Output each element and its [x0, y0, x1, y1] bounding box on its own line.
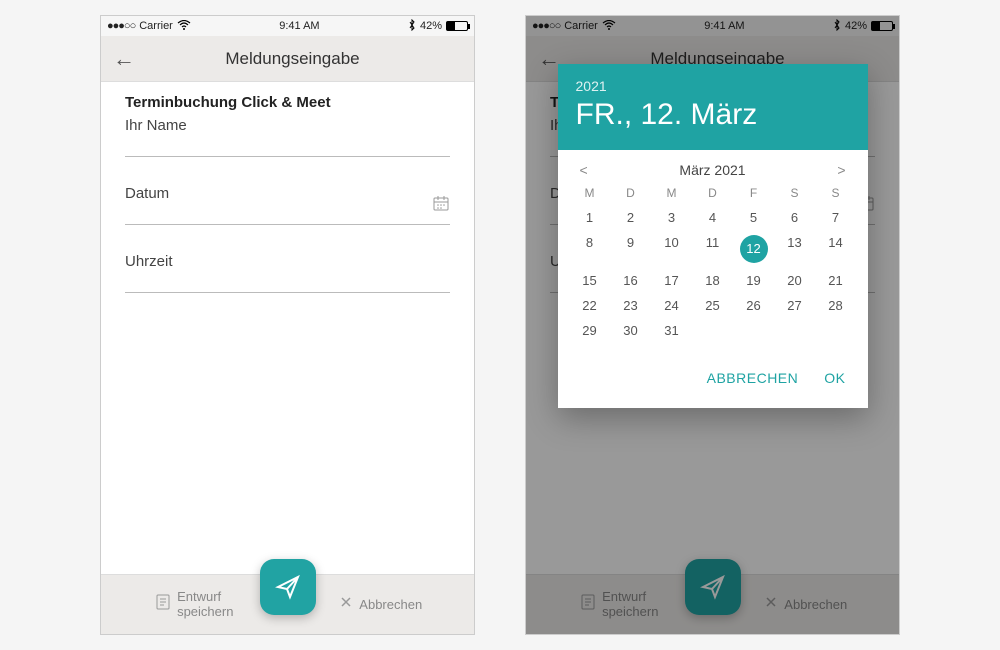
calendar-day-12[interactable]: 12: [740, 235, 768, 263]
calendar-day-24[interactable]: 24: [658, 298, 686, 313]
battery-level: [447, 22, 455, 30]
calendar-body: < März 2021 > MDMDFSS 123456789101112131…: [558, 150, 868, 352]
calendar-day-30[interactable]: 30: [617, 323, 645, 338]
day-of-week-row: MDMDFSS: [576, 186, 850, 200]
calendar-day-13[interactable]: 13: [781, 235, 809, 263]
calendar-day-28[interactable]: 28: [822, 298, 850, 313]
calendar-day-11[interactable]: 11: [699, 235, 727, 263]
bluetooth-icon: [408, 19, 416, 34]
calendar-icon[interactable]: [432, 194, 450, 217]
prev-month-button[interactable]: <: [576, 162, 592, 178]
nav-header: ← Meldungseingabe: [101, 36, 474, 82]
name-label: Ihr Name: [125, 117, 450, 134]
cancel-label: Abbrechen: [359, 597, 422, 612]
dialog-actions: ABBRECHEN OK: [558, 352, 868, 408]
calendar-day-25[interactable]: 25: [699, 298, 727, 313]
bottom-bar: Entwurf speichern Abbrechen: [101, 574, 474, 634]
calendar-day-18[interactable]: 18: [699, 273, 727, 288]
time-input-line: [125, 292, 450, 293]
dialog-cancel-button[interactable]: ABBRECHEN: [707, 370, 799, 386]
calendar-day-17[interactable]: 17: [658, 273, 686, 288]
calendar-day-21[interactable]: 21: [822, 273, 850, 288]
calendar-day-23[interactable]: 23: [617, 298, 645, 313]
page-title: Meldungseingabe: [123, 49, 462, 69]
battery-percent: 42%: [420, 20, 442, 32]
calendar-day-9[interactable]: 9: [617, 235, 645, 263]
calendar-day-7[interactable]: 7: [822, 210, 850, 225]
date-field[interactable]: Datum: [125, 185, 450, 225]
calendar-day-27[interactable]: 27: [781, 298, 809, 313]
date-input-line: [125, 224, 450, 225]
calendar-day-4[interactable]: 4: [699, 210, 727, 225]
calendar-day-1[interactable]: 1: [576, 210, 604, 225]
calendar-week-row: 22 23 24 25 26 27 28: [576, 298, 850, 313]
month-nav: < März 2021 >: [576, 162, 850, 178]
time-label: Uhrzeit: [125, 253, 450, 270]
date-picker-dialog: 2021 FR., 12. März < März 2021 > MDMDFSS…: [558, 64, 868, 408]
calendar-day-3[interactable]: 3: [658, 210, 686, 225]
calendar-day-19[interactable]: 19: [740, 273, 768, 288]
calendar-day-22[interactable]: 22: [576, 298, 604, 313]
picker-long-date[interactable]: FR., 12. März: [576, 98, 850, 132]
calendar-day-empty: [822, 323, 850, 338]
paper-plane-icon: [274, 573, 302, 601]
calendar-week-row: 29 30 31: [576, 323, 850, 338]
name-field[interactable]: Ihr Name: [125, 117, 450, 157]
calendar-day-empty: [740, 323, 768, 338]
name-input-line: [125, 156, 450, 157]
dow-cell: S: [822, 186, 850, 200]
next-month-button[interactable]: >: [833, 162, 849, 178]
modal-overlay[interactable]: 2021 FR., 12. März < März 2021 > MDMDFSS…: [526, 16, 899, 634]
dow-cell: M: [658, 186, 686, 200]
month-label: März 2021: [679, 162, 745, 178]
dow-cell: S: [781, 186, 809, 200]
calendar-day-15[interactable]: 15: [576, 273, 604, 288]
form-content: Terminbuchung Click & Meet Ihr Name Datu…: [101, 82, 474, 574]
calendar-week-row: 15 16 17 18 19 20 21: [576, 273, 850, 288]
calendar-week-row: 1234567: [576, 210, 850, 225]
close-icon: [339, 595, 353, 614]
calendar-day-16[interactable]: 16: [617, 273, 645, 288]
document-icon: [155, 593, 171, 616]
calendar-day-29[interactable]: 29: [576, 323, 604, 338]
calendar-day-2[interactable]: 2: [617, 210, 645, 225]
save-draft-label: Entwurf speichern: [177, 590, 233, 619]
date-label: Datum: [125, 185, 450, 202]
dow-cell: D: [617, 186, 645, 200]
dow-cell: M: [576, 186, 604, 200]
send-button[interactable]: [260, 559, 316, 615]
date-picker-header: 2021 FR., 12. März: [558, 64, 868, 150]
carrier-label: Carrier: [139, 20, 173, 32]
calendar-day-empty: [781, 323, 809, 338]
clock: 9:41 AM: [279, 20, 319, 32]
phone-form-screen: ●●●○○ Carrier 9:41 AM 42% ← Meldungseing…: [100, 15, 475, 635]
dow-cell: D: [699, 186, 727, 200]
phone-datepicker-screen: ●●●○○ Carrier 9:41 AM 42% ← Meldungseing…: [525, 15, 900, 635]
calendar-day-14[interactable]: 14: [822, 235, 850, 263]
battery-icon: [446, 21, 468, 31]
signal-dots-icon: ●●●○○: [107, 20, 135, 32]
calendar-week-row: 89 10 11 12 13 14: [576, 235, 850, 263]
picker-year[interactable]: 2021: [576, 78, 850, 94]
status-bar: ●●●○○ Carrier 9:41 AM 42%: [101, 16, 474, 36]
calendar-day-5[interactable]: 5: [740, 210, 768, 225]
calendar-day-20[interactable]: 20: [781, 273, 809, 288]
time-field[interactable]: Uhrzeit: [125, 253, 450, 293]
wifi-icon: [177, 20, 191, 33]
form-section-title: Terminbuchung Click & Meet: [125, 94, 450, 111]
calendar-day-empty: [699, 323, 727, 338]
calendar-day-6[interactable]: 6: [781, 210, 809, 225]
dow-cell: F: [740, 186, 768, 200]
dialog-ok-button[interactable]: OK: [824, 370, 845, 386]
calendar-day-10[interactable]: 10: [658, 235, 686, 263]
calendar-day-8[interactable]: 8: [576, 235, 604, 263]
calendar-day-31[interactable]: 31: [658, 323, 686, 338]
calendar-day-26[interactable]: 26: [740, 298, 768, 313]
